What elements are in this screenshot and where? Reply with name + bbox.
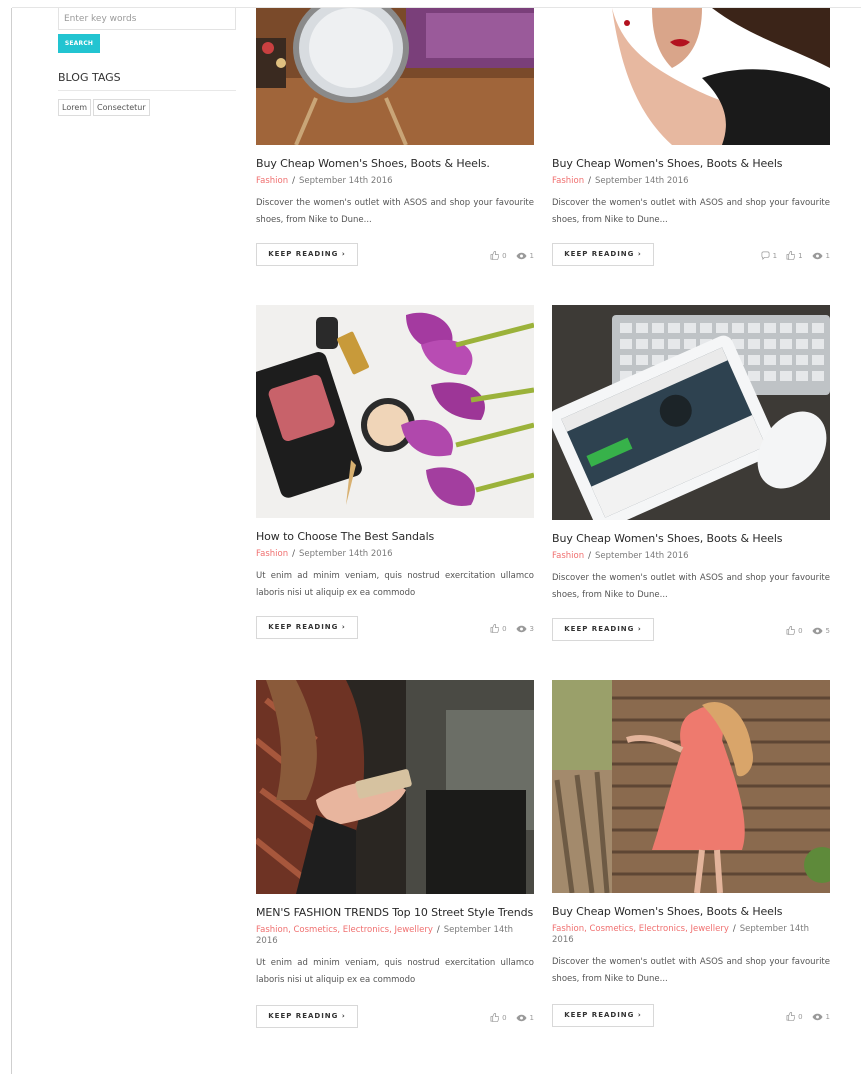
views-stat: 1 bbox=[515, 251, 534, 260]
keep-reading-button[interactable]: KEEP READING › bbox=[552, 618, 654, 641]
likes-stat[interactable]: 0 bbox=[490, 1013, 507, 1022]
views-count: 3 bbox=[529, 624, 534, 633]
post-excerpt: Discover the women's outlet with ASOS an… bbox=[552, 957, 830, 984]
tag-list: Lorem Consectetur bbox=[58, 99, 236, 116]
likes-count: 1 bbox=[798, 251, 803, 260]
likes-stat[interactable]: 1 bbox=[786, 251, 803, 260]
post-title[interactable]: Buy Cheap Women's Shoes, Boots & Heels bbox=[552, 905, 783, 918]
post-title[interactable]: Buy Cheap Women's Shoes, Boots & Heels bbox=[552, 157, 783, 170]
likes-count: 0 bbox=[502, 1013, 507, 1022]
views-count: 1 bbox=[825, 251, 830, 260]
post-categories[interactable]: Fashion bbox=[552, 176, 584, 186]
eye-icon bbox=[811, 1013, 823, 1020]
post-date: September 14th 2016 bbox=[298, 549, 393, 559]
likes-stat[interactable]: 0 bbox=[490, 251, 507, 260]
post-categories[interactable]: Fashion bbox=[256, 549, 288, 559]
keep-reading-button[interactable]: KEEP READING › bbox=[256, 1005, 358, 1028]
keep-reading-button[interactable]: KEEP READING › bbox=[552, 243, 654, 266]
post-image-phone-hands[interactable] bbox=[256, 680, 534, 894]
thumbs-up-icon bbox=[786, 626, 796, 635]
post-meta: Fashion / September 14th 2016 bbox=[552, 176, 689, 186]
keep-reading-button[interactable]: KEEP READING › bbox=[552, 1004, 654, 1027]
views-count: 1 bbox=[825, 1012, 830, 1021]
post-image-tablet-keyboard[interactable] bbox=[552, 305, 830, 520]
post-date: September 14th 2016 bbox=[594, 551, 689, 561]
post-categories[interactable]: Fashion, Cosmetics, Electronics, Jewelle… bbox=[256, 925, 433, 935]
views-stat: 3 bbox=[515, 624, 534, 633]
views-stat: 1 bbox=[811, 1012, 830, 1021]
thumbs-up-icon bbox=[490, 1013, 500, 1022]
post-image-mirror[interactable] bbox=[256, 8, 534, 145]
post-stats: 0 1 bbox=[786, 1012, 830, 1021]
post-categories[interactable]: Fashion bbox=[256, 176, 288, 186]
eye-icon bbox=[811, 627, 823, 634]
likes-count: 0 bbox=[502, 251, 507, 260]
post-title[interactable]: MEN'S FASHION TRENDS Top 10 Street Style… bbox=[256, 906, 533, 919]
likes-stat[interactable]: 0 bbox=[786, 626, 803, 635]
post-stats: 0 3 bbox=[490, 624, 534, 633]
thumbs-up-icon bbox=[490, 624, 500, 633]
post-excerpt: Discover the women's outlet with ASOS an… bbox=[552, 573, 830, 600]
post-meta: Fashion, Cosmetics, Electronics, Jewelle… bbox=[256, 925, 513, 946]
eye-icon bbox=[811, 252, 823, 259]
post-image-woman-pink-dress[interactable] bbox=[552, 680, 830, 893]
views-stat: 5 bbox=[811, 626, 830, 635]
eye-icon bbox=[515, 252, 527, 259]
post-stats: 0 5 bbox=[786, 626, 830, 635]
eye-icon bbox=[515, 1014, 527, 1021]
search-input[interactable] bbox=[58, 8, 236, 30]
comments-count: 1 bbox=[772, 251, 778, 260]
post-image-woman-portrait[interactable] bbox=[552, 8, 830, 145]
views-stat: 1 bbox=[515, 1013, 534, 1022]
views-stat: 1 bbox=[811, 251, 830, 260]
comment-icon bbox=[761, 251, 770, 260]
eye-icon bbox=[515, 625, 527, 632]
thumbs-up-icon bbox=[490, 251, 500, 260]
post-title[interactable]: Buy Cheap Women's Shoes, Boots & Heels. bbox=[256, 157, 490, 170]
post-excerpt: Discover the women's outlet with ASOS an… bbox=[552, 198, 830, 225]
search-button[interactable]: SEARCH bbox=[58, 34, 100, 53]
thumbs-up-icon bbox=[786, 1012, 796, 1021]
keep-reading-button[interactable]: KEEP READING › bbox=[256, 243, 358, 266]
post-title[interactable]: Buy Cheap Women's Shoes, Boots & Heels bbox=[552, 532, 783, 545]
tag-consectetur[interactable]: Consectetur bbox=[93, 99, 150, 116]
blog-tags-title: BLOG TAGS bbox=[58, 71, 236, 91]
post-meta: Fashion / September 14th 2016 bbox=[256, 549, 393, 559]
post-stats: 0 1 bbox=[490, 251, 534, 260]
post-excerpt: Discover the women's outlet with ASOS an… bbox=[256, 198, 534, 225]
post-categories[interactable]: Fashion, Cosmetics, Electronics, Jewelle… bbox=[552, 924, 729, 934]
likes-count: 0 bbox=[798, 626, 803, 635]
post-image-cosmetics-tulips[interactable] bbox=[256, 305, 534, 518]
views-count: 1 bbox=[529, 251, 534, 260]
post-meta: Fashion / September 14th 2016 bbox=[552, 551, 689, 561]
tag-lorem[interactable]: Lorem bbox=[58, 99, 92, 116]
thumbs-up-icon bbox=[786, 251, 796, 260]
post-stats: 0 1 bbox=[490, 1013, 534, 1022]
views-count: 1 bbox=[529, 1013, 534, 1022]
post-meta: Fashion, Cosmetics, Electronics, Jewelle… bbox=[552, 924, 809, 945]
likes-count: 0 bbox=[798, 1012, 803, 1021]
keep-reading-button[interactable]: KEEP READING › bbox=[256, 616, 358, 639]
post-date: September 14th 2016 bbox=[298, 176, 393, 186]
comments-stat[interactable]: 1 bbox=[761, 251, 777, 260]
post-categories[interactable]: Fashion bbox=[552, 551, 584, 561]
views-count: 5 bbox=[825, 626, 830, 635]
likes-stat[interactable]: 0 bbox=[490, 624, 507, 633]
post-meta: Fashion / September 14th 2016 bbox=[256, 176, 393, 186]
post-excerpt: Ut enim ad minim veniam, quis nostrud ex… bbox=[256, 571, 534, 598]
blog-sidebar: SEARCH BLOG TAGS Lorem Consectetur bbox=[58, 8, 236, 116]
post-date: September 14th 2016 bbox=[594, 176, 689, 186]
likes-count: 0 bbox=[502, 624, 507, 633]
post-stats: 1 1 1 bbox=[761, 251, 830, 260]
post-title[interactable]: How to Choose The Best Sandals bbox=[256, 530, 434, 543]
likes-stat[interactable]: 0 bbox=[786, 1012, 803, 1021]
post-excerpt: Ut enim ad minim veniam, quis nostrud ex… bbox=[256, 958, 534, 985]
